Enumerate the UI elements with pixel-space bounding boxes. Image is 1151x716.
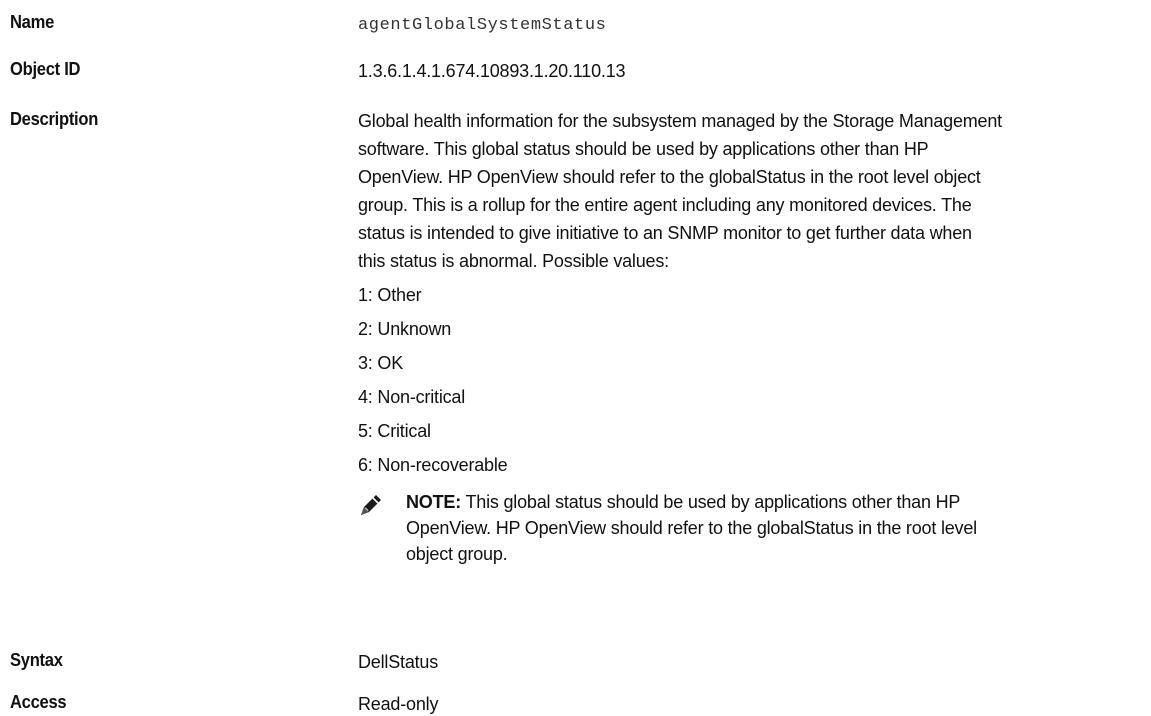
description-line: this status is abnormal. Possible values… xyxy=(358,251,669,271)
description-line: Global health information for the subsys… xyxy=(358,111,1002,131)
access-label: Access xyxy=(10,692,67,712)
mib-object-definition: Name agentGlobalSystemStatus Object ID 1… xyxy=(0,0,1151,714)
note-pencil-icon xyxy=(361,495,381,515)
name-label: Name xyxy=(10,12,55,32)
description-label: Description xyxy=(10,109,99,129)
possible-value-item: 1: Other xyxy=(358,285,422,305)
description-body: Global health information for the subsys… xyxy=(358,109,1148,629)
syntax-value: DellStatus xyxy=(358,652,439,672)
note-text: NOTE: This global status should be used … xyxy=(406,489,1146,567)
description-line: status is intended to give initiative to… xyxy=(358,223,972,243)
note-line: object group. xyxy=(406,544,508,564)
note-line: OpenView. HP OpenView should refer to th… xyxy=(406,518,977,538)
object-id-value: 1.3.6.1.4.1.674.10893.1.20.110.13 xyxy=(358,61,626,81)
description-line: OpenView. HP OpenView should refer to th… xyxy=(358,167,981,187)
possible-value-item: 6: Non-recoverable xyxy=(358,455,508,475)
possible-value-item: 5: Critical xyxy=(358,421,431,441)
syntax-label: Syntax xyxy=(10,650,63,670)
object-id-label: Object ID xyxy=(10,59,81,79)
possible-value-item: 4: Non-critical xyxy=(358,387,466,407)
note-line-text: This global status should be used by app… xyxy=(465,492,961,512)
possible-value-item: 3: OK xyxy=(358,353,404,373)
description-line: group. This is a rollup for the entire a… xyxy=(358,195,972,215)
access-value: Read-only xyxy=(358,694,439,714)
name-value: agentGlobalSystemStatus xyxy=(358,16,607,35)
description-line: software. This global status should be u… xyxy=(358,139,929,159)
note-label: NOTE: xyxy=(406,492,461,512)
possible-value-item: 2: Unknown xyxy=(358,319,452,339)
note-line: NOTE: This global status should be used … xyxy=(406,489,1146,515)
note-block: NOTE: This global status should be used … xyxy=(358,489,1148,579)
